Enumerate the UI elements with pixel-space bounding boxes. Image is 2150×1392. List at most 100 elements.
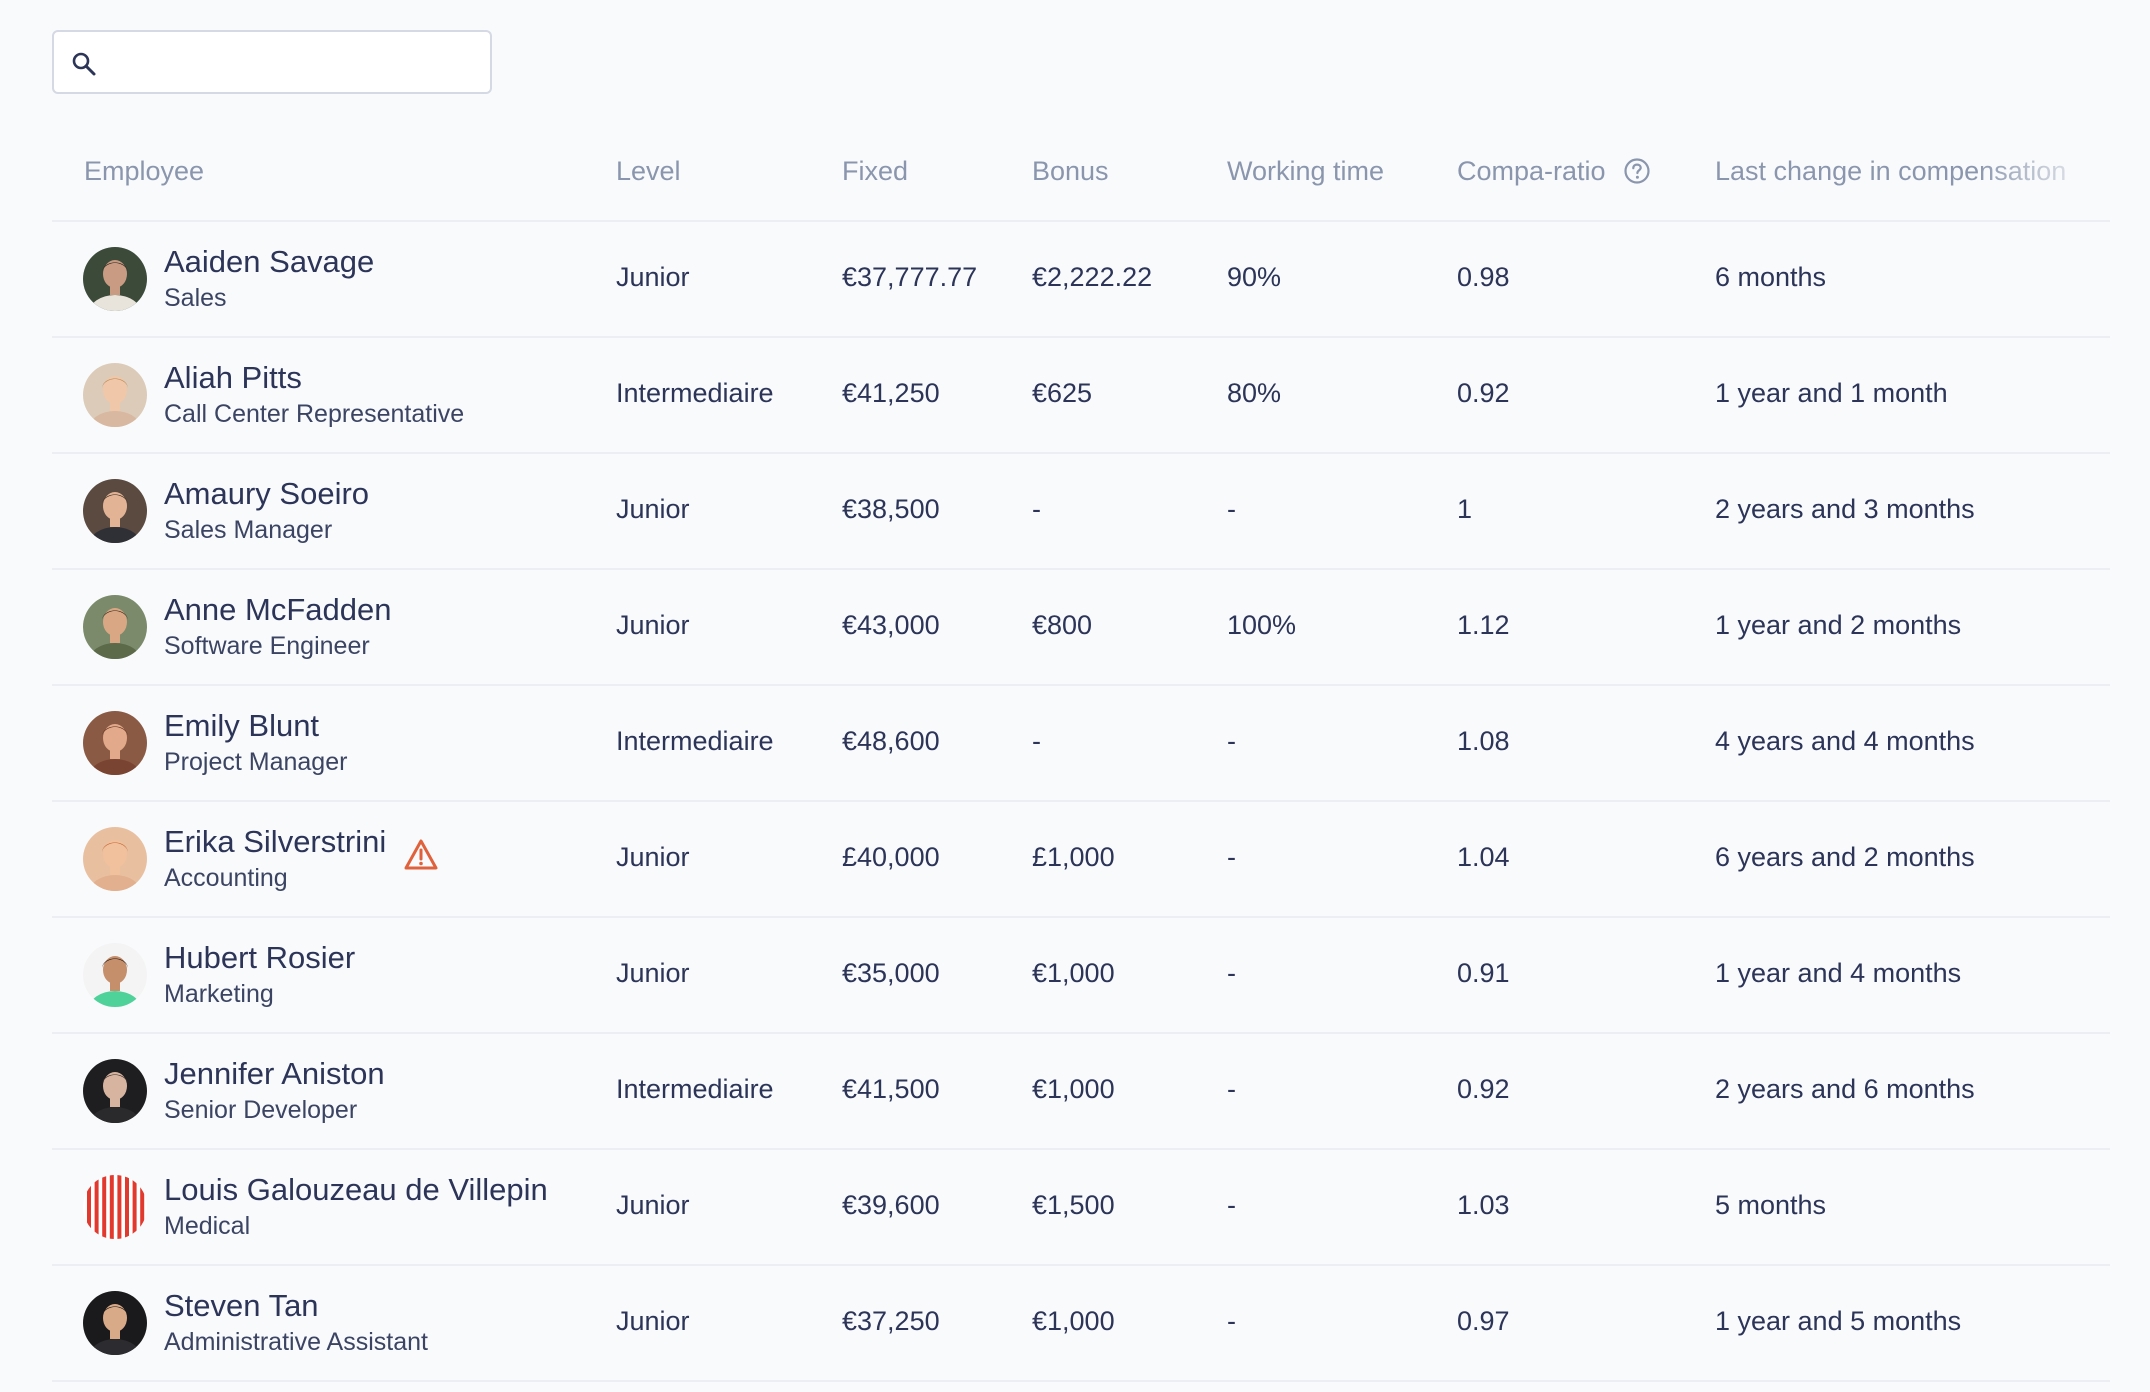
table-row[interactable]: Jennifer Aniston Senior Developer Intermed… <box>52 1034 2110 1150</box>
table-row[interactable]: Steven Tan Administrative Assistant Junior… <box>52 1266 2110 1382</box>
cell-fixed: €41,250 <box>842 378 940 408</box>
search-box[interactable] <box>52 30 492 94</box>
cell-bonus: €625 <box>1032 378 1093 408</box>
employee-role: Sales <box>164 284 227 312</box>
cell-working-time: - <box>1227 842 1236 872</box>
cell-bonus: €1,000 <box>1032 958 1115 988</box>
employee-name[interactable]: Jennifer Aniston <box>164 1056 385 1092</box>
employee-name[interactable]: Louis Galouzeau de Villepin <box>164 1172 548 1208</box>
table-row[interactable]: Emily Blunt Project Manager Intermediaire €… <box>52 686 2110 802</box>
cell-compa-ratio: 0.98 <box>1457 262 1510 292</box>
cell-last-change: 1 year and 5 months <box>1715 1306 1962 1336</box>
table-row[interactable]: Louis Galouzeau de Villepin Medical Junior… <box>52 1150 2110 1266</box>
cell-last-change: 1 year and 4 months <box>1715 958 1962 988</box>
cell-bonus: €1,000 <box>1032 1074 1115 1104</box>
cell-bonus: €800 <box>1032 610 1093 640</box>
employee-name[interactable]: Anne McFadden <box>164 592 391 628</box>
employee-role: Call Center Representative <box>164 400 465 428</box>
cell-level: Junior <box>616 262 690 292</box>
avatar <box>83 943 147 1007</box>
employee-name[interactable]: Emily Blunt <box>164 708 319 744</box>
employee-name[interactable]: Hubert Rosier <box>164 940 355 976</box>
cell-bonus: €1,000 <box>1032 1306 1115 1336</box>
cell-working-time: 100% <box>1227 610 1297 640</box>
cell-bonus: £1,000 <box>1032 842 1115 872</box>
avatar <box>83 1291 147 1355</box>
column-header-working-time[interactable]: Working time <box>1227 156 1384 187</box>
employee-name[interactable]: Steven Tan <box>164 1288 319 1324</box>
employee-role: Marketing <box>164 980 274 1008</box>
cell-level: Junior <box>616 1190 690 1220</box>
cell-compa-ratio: 1.12 <box>1457 610 1510 640</box>
table-row[interactable]: Amaury Soeiro Sales Manager Junior €38,500 -… <box>52 454 2110 570</box>
employee-name[interactable]: Aaiden Savage <box>164 244 374 280</box>
employee-name[interactable]: Aliah Pitts <box>164 360 302 396</box>
cell-working-time: - <box>1227 958 1236 988</box>
column-header-employee[interactable]: Employee <box>84 156 204 187</box>
cell-fixed: €48,600 <box>842 726 940 756</box>
employee-name[interactable]: Erika Silverstrini <box>164 824 386 860</box>
cell-last-change: 2 years and 3 months <box>1715 494 1975 524</box>
employee-role: Medical <box>164 1212 251 1240</box>
cell-fixed: €41,500 <box>842 1074 940 1104</box>
help-circle-icon[interactable] <box>1622 156 1652 186</box>
cell-fixed: €35,000 <box>842 958 940 988</box>
avatar <box>83 479 147 543</box>
column-header-bonus[interactable]: Bonus <box>1032 156 1109 187</box>
avatar <box>83 827 147 891</box>
cell-fixed: €38,500 <box>842 494 940 524</box>
cell-compa-ratio: 1.08 <box>1457 726 1510 756</box>
cell-level: Intermediaire <box>616 726 774 756</box>
cell-fixed: €43,000 <box>842 610 940 640</box>
table-body: Aaiden Savage Sales Junior €37,777.77 €2,222… <box>52 222 2110 1382</box>
cell-last-change: 4 years and 4 months <box>1715 726 1975 756</box>
employee-role: Administrative Assistant <box>164 1328 428 1356</box>
cell-bonus: - <box>1032 726 1041 756</box>
column-header-last-change[interactable]: Last change in compensation <box>1715 156 2087 187</box>
cell-compa-ratio: 0.92 <box>1457 1074 1510 1104</box>
table-row[interactable]: Hubert Rosier Marketing Junior €35,000 €1,00… <box>52 918 2110 1034</box>
column-header-level[interactable]: Level <box>616 156 681 187</box>
employee-table: Employee Level Fixed Bonus Working time … <box>52 128 2110 1382</box>
cell-last-change: 6 years and 2 months <box>1715 842 1975 872</box>
cell-working-time: - <box>1227 494 1236 524</box>
cell-working-time: 90% <box>1227 262 1282 292</box>
cell-level: Junior <box>616 610 690 640</box>
avatar <box>83 1175 147 1239</box>
cell-fixed: €39,600 <box>842 1190 940 1220</box>
table-row[interactable]: Aliah Pitts Call Center Representative Int… <box>52 338 2110 454</box>
cell-last-change: 5 months <box>1715 1190 1827 1220</box>
cell-last-change: 1 year and 2 months <box>1715 610 1962 640</box>
cell-working-time: - <box>1227 1074 1236 1104</box>
cell-compa-ratio: 0.97 <box>1457 1306 1510 1336</box>
cell-working-time: - <box>1227 1190 1236 1220</box>
cell-last-change: 2 years and 6 months <box>1715 1074 1975 1104</box>
warning-icon[interactable] <box>403 838 439 872</box>
cell-level: Intermediaire <box>616 378 774 408</box>
cell-working-time: - <box>1227 726 1236 756</box>
avatar <box>83 1059 147 1123</box>
employee-name[interactable]: Amaury Soeiro <box>164 476 369 512</box>
search-icon <box>72 52 96 76</box>
column-header-fixed[interactable]: Fixed <box>842 156 908 187</box>
avatar <box>83 363 147 427</box>
cell-compa-ratio: 0.91 <box>1457 958 1510 988</box>
search-input[interactable] <box>110 42 480 82</box>
cell-level: Junior <box>616 958 690 988</box>
table-header: Employee Level Fixed Bonus Working time … <box>52 128 2110 222</box>
table-row[interactable]: Aaiden Savage Sales Junior €37,777.77 €2,222… <box>52 222 2110 338</box>
table-row[interactable]: Erika Silverstrini Accounting Junior £40,0… <box>52 802 2110 918</box>
avatar <box>83 711 147 775</box>
cell-bonus: €1,500 <box>1032 1190 1115 1220</box>
cell-working-time: - <box>1227 1306 1236 1336</box>
column-header-compa-ratio[interactable]: Compa-ratio <box>1457 156 1606 187</box>
employee-role: Accounting <box>164 864 288 892</box>
cell-fixed: €37,777.77 <box>842 262 978 292</box>
employee-role: Sales Manager <box>164 516 333 544</box>
cell-bonus: €2,222.22 <box>1032 262 1153 292</box>
table-row[interactable]: Anne McFadden Software Engineer Junior €43,… <box>52 570 2110 686</box>
cell-fixed: €37,250 <box>842 1306 940 1336</box>
cell-compa-ratio: 1.04 <box>1457 842 1510 872</box>
cell-last-change: 6 months <box>1715 262 1827 292</box>
cell-bonus: - <box>1032 494 1041 524</box>
